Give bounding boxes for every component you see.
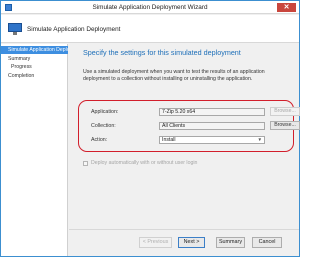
action-label: Action: bbox=[91, 137, 108, 143]
close-button[interactable]: ✕ bbox=[277, 3, 296, 12]
collection-browse-button[interactable]: Browse... bbox=[270, 121, 300, 130]
auto-deploy-checkbox bbox=[83, 161, 88, 166]
action-select[interactable]: Install ▼ bbox=[159, 136, 265, 144]
application-browse-button: Browse... bbox=[270, 107, 300, 116]
description-text: Use a simulated deployment when you want… bbox=[83, 69, 265, 82]
next-button[interactable]: Next > bbox=[178, 237, 205, 248]
title-bar: Simulate Application Deployment Wizard ✕ bbox=[1, 1, 299, 14]
collection-label: Collection: bbox=[91, 123, 116, 129]
cancel-button[interactable]: Cancel bbox=[252, 237, 282, 248]
previous-button: < Previous bbox=[139, 237, 172, 248]
sidebar-item-progress[interactable]: Progress bbox=[1, 63, 68, 71]
sidebar-item-simulate[interactable]: Simulate Application Deployment bbox=[1, 46, 68, 54]
footer-divider bbox=[69, 229, 299, 230]
auto-deploy-label: Deploy automatically with or without use… bbox=[91, 160, 198, 166]
wizard-steps-sidebar: Simulate Application Deployment Summary … bbox=[1, 44, 68, 256]
wizard-window: Simulate Application Deployment Wizard ✕… bbox=[0, 0, 300, 257]
chevron-down-icon: ▼ bbox=[257, 137, 262, 142]
application-field: 7-Zip 5.20 x64 bbox=[159, 108, 265, 116]
wizard-header-title: Simulate Application Deployment bbox=[27, 26, 121, 33]
summary-button[interactable]: Summary bbox=[216, 237, 245, 248]
application-label: Application: bbox=[91, 109, 119, 115]
sidebar-item-completion[interactable]: Completion bbox=[1, 72, 68, 80]
collection-field: All Clients bbox=[159, 122, 265, 130]
wizard-header: Simulate Application Deployment bbox=[1, 15, 299, 43]
action-select-value: Install bbox=[162, 137, 176, 143]
sidebar-item-summary[interactable]: Summary bbox=[1, 55, 68, 63]
settings-highlight-box: Application: 7-Zip 5.20 x64 Browse... Co… bbox=[78, 100, 300, 152]
computer-icon bbox=[8, 23, 22, 35]
page-title: Specify the settings for this simulated … bbox=[83, 48, 241, 57]
window-title: Simulate Application Deployment Wizard bbox=[92, 4, 208, 11]
main-panel: Specify the settings for this simulated … bbox=[69, 44, 300, 228]
